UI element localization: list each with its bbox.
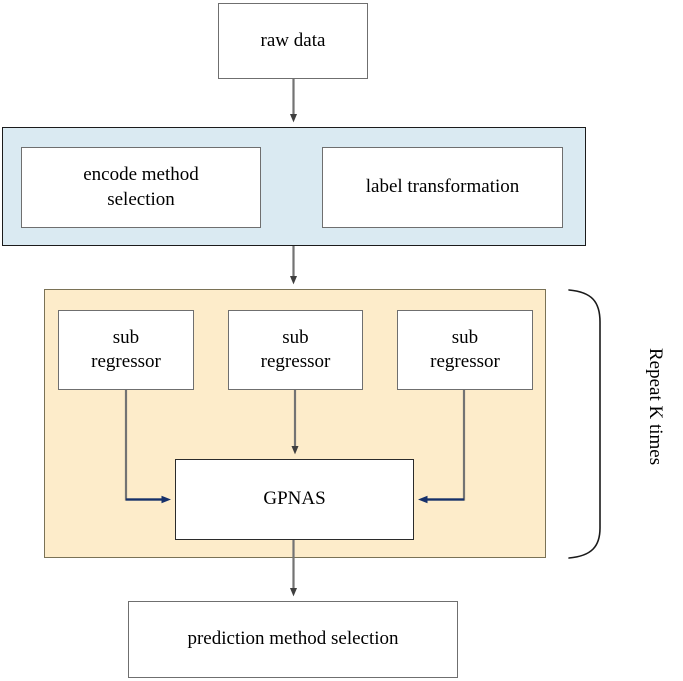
node-sub-regressor-1-label: sub regressor <box>91 326 161 375</box>
node-raw-data-label: raw data <box>260 29 326 51</box>
node-sub-regressor-2[interactable]: sub regressor <box>228 310 363 390</box>
sub-regressor-1-line1: sub <box>112 326 140 348</box>
flow-diagram: raw data encode method selection label t… <box>0 0 683 681</box>
node-sub-regressor-3-label: sub regressor <box>430 326 500 375</box>
node-label-transformation-label: label transformation <box>365 176 520 198</box>
node-encode-method-selection-label: encode method selection <box>83 163 199 212</box>
encode-label-line1: encode method <box>83 164 199 186</box>
node-encode-method-selection[interactable]: encode method selection <box>21 147 261 228</box>
node-gpnas[interactable]: GPNAS <box>175 459 414 540</box>
sub-regressor-1-line2: regressor <box>91 351 161 372</box>
node-label-transformation[interactable]: label transformation <box>322 147 563 228</box>
node-prediction-method-selection[interactable]: prediction method selection <box>128 601 458 678</box>
node-sub-regressor-3[interactable]: sub regressor <box>397 310 533 390</box>
node-raw-data[interactable]: raw data <box>218 3 368 79</box>
edge-sub-regressor-1-to-gpnas <box>124 390 172 504</box>
node-sub-regressor-1[interactable]: sub regressor <box>58 310 194 390</box>
encode-label-line2: selection <box>107 188 175 210</box>
node-sub-regressor-2-label: sub regressor <box>261 326 331 375</box>
edge-sub-regressor-3-to-gpnas <box>417 390 466 504</box>
node-prediction-method-selection-label: prediction method selection <box>187 628 399 650</box>
sub-regressor-3-line2: regressor <box>430 351 500 372</box>
node-gpnas-label: GPNAS <box>263 488 326 510</box>
repeat-k-times-label: Repeat K times <box>645 348 666 466</box>
sub-regressor-3-line1: sub <box>451 326 479 348</box>
repeat-bracket-icon <box>568 289 601 559</box>
sub-regressor-2-line1: sub <box>282 326 309 348</box>
sub-regressor-2-line2: regressor <box>260 351 331 372</box>
